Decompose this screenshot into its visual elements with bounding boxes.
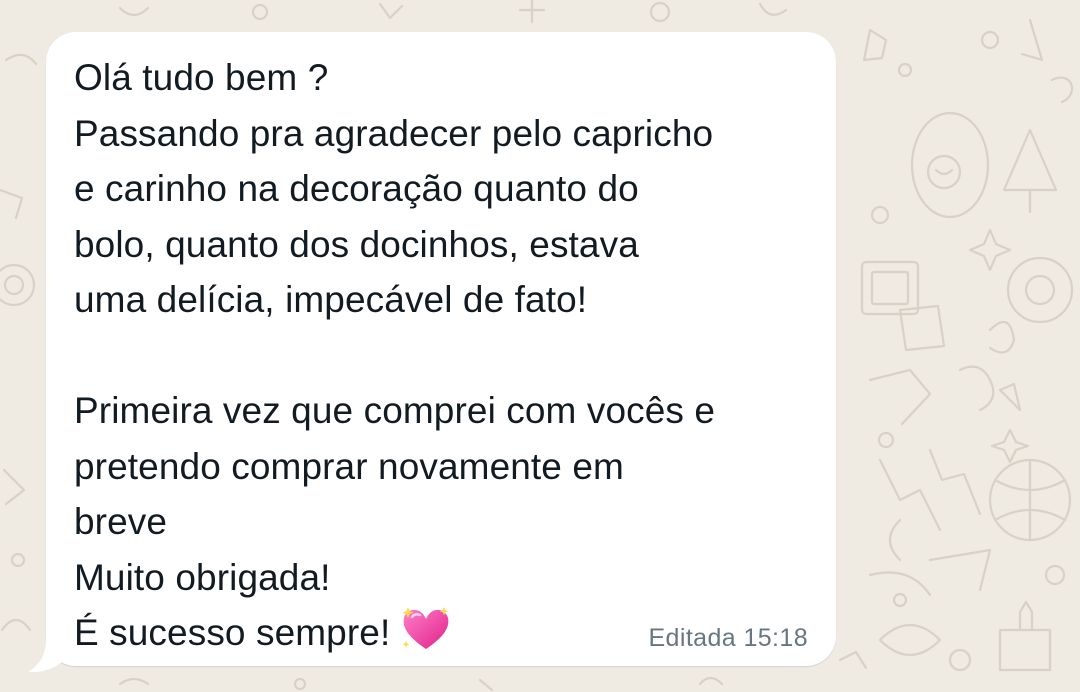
message-line: Olá tudo bem ? (74, 57, 329, 98)
message-line: Passando pra agradecer pelo capricho (74, 112, 714, 154)
message-line: Muito obrigada! (74, 556, 331, 598)
message-line: bolo, quanto dos docinhos, estava (74, 223, 639, 265)
message-line: uma delícia, impecável de fato! (74, 279, 588, 320)
message-line: breve (74, 501, 168, 542)
message-time: 15:18 (743, 624, 808, 652)
message-meta: Editada 15:18 (648, 624, 808, 653)
message-line: Primeira vez que comprei com vocês e (74, 390, 716, 431)
chat-wallpaper: Olá tudo bem ? Passando pra agradecer pe… (0, 0, 1080, 692)
bubble-tail (28, 640, 62, 673)
message-line: e carinho na decoração quanto do (74, 168, 639, 209)
edited-label: Editada (648, 624, 737, 652)
message-text: Olá tudo bem ? Passando pra agradecer pe… (74, 50, 814, 669)
sparkling-heart-icon (400, 605, 452, 669)
message-line: É sucesso sempre! (74, 612, 391, 653)
message-line: pretendo comprar novamente em (74, 445, 624, 487)
